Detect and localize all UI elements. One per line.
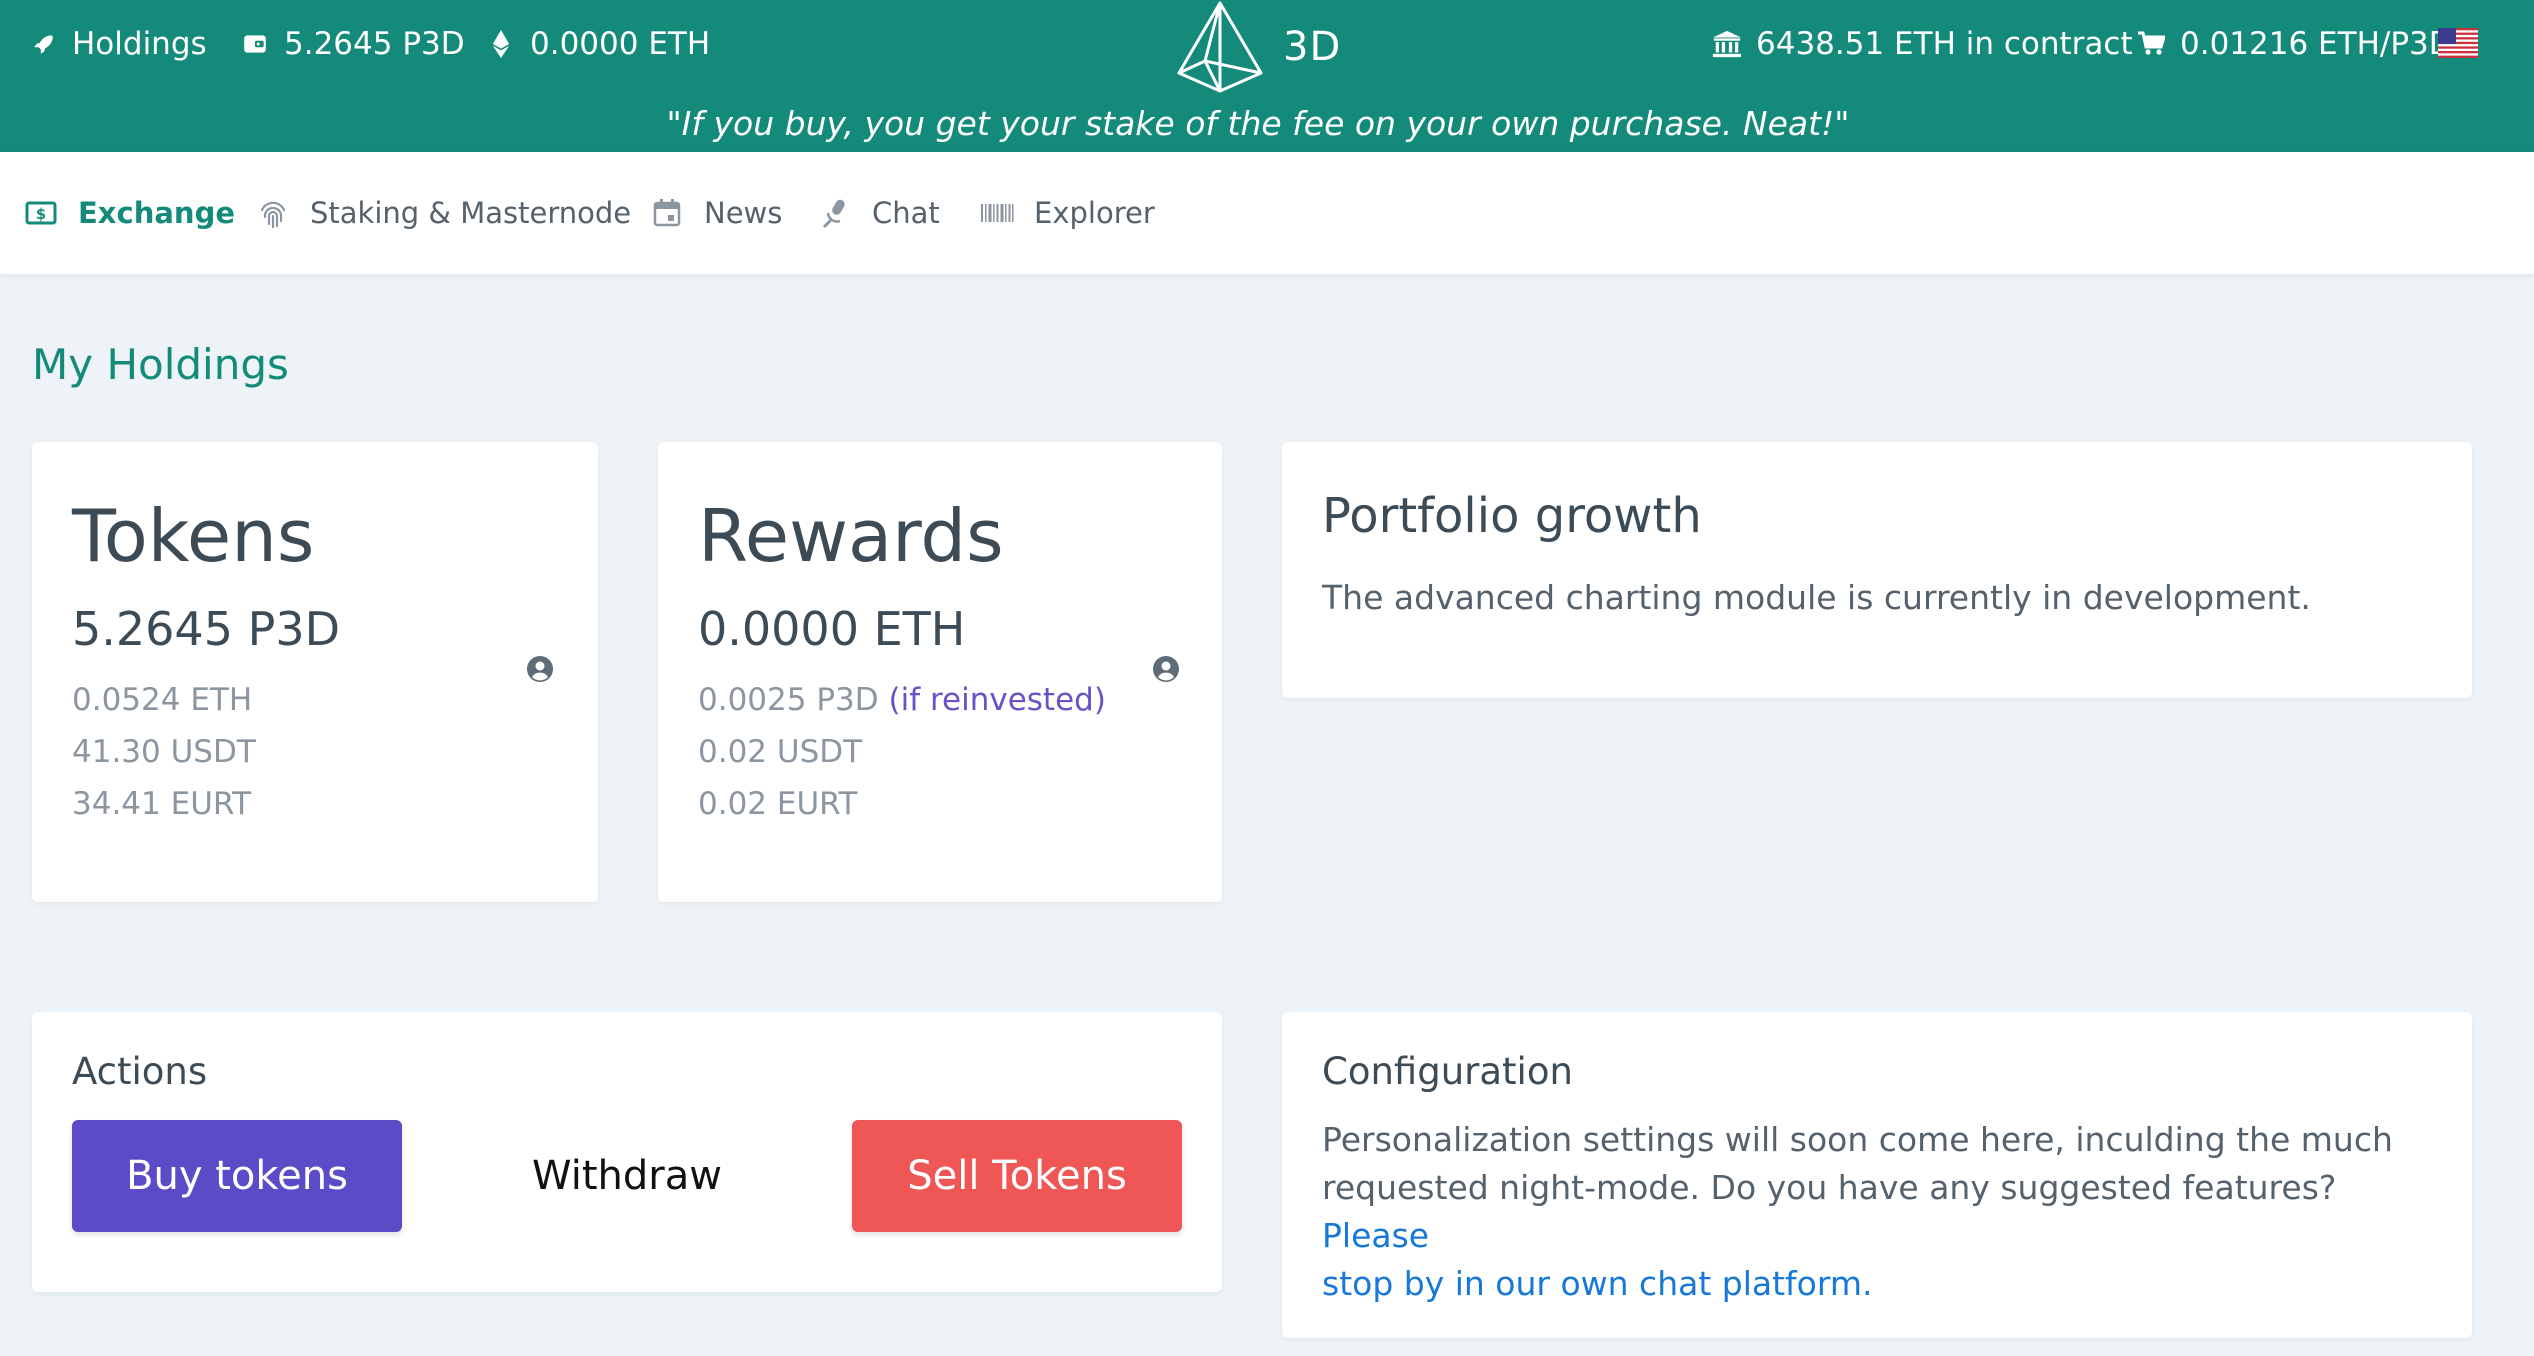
tokens-card: Tokens 5.2645 P3D 0.0524 ETH 41.30 USDT …: [32, 442, 598, 902]
section-title: My Holdings: [32, 340, 289, 389]
main-nav: $ Exchange Staking & Masternode News Cha…: [0, 152, 2534, 274]
nav-item-news[interactable]: News: [650, 152, 782, 274]
nav-item-explorer[interactable]: Explorer: [980, 152, 1155, 274]
eth-balance: 0.0000 ETH: [486, 22, 710, 66]
actions-card: Actions Buy tokens Withdraw Sell Tokens: [32, 1012, 1222, 1292]
chat-platform-link-cont[interactable]: stop by in our own chat platform.: [1322, 1260, 2452, 1308]
nav-item-staking[interactable]: Staking & Masternode: [256, 152, 631, 274]
rewards-card: Rewards 0.0000 ETH 0.0025 P3D (if reinve…: [658, 442, 1222, 902]
rewards-reinvested: (if reinvested): [888, 682, 1106, 718]
pyramid-logo-icon: [1177, 1, 1263, 93]
logo-text: 3D: [1283, 24, 1342, 70]
svg-text:$: $: [36, 205, 46, 223]
rewards-p3d-row: 0.0025 P3D (if reinvested): [698, 682, 1106, 718]
withdraw-button[interactable]: Withdraw: [462, 1120, 792, 1232]
configuration-line-2-text: requested night-mode. Do you have any su…: [1322, 1168, 2337, 1207]
p3d-balance-value: 5.2645 P3D: [284, 26, 465, 62]
nav-label-news: News: [704, 196, 783, 230]
microphone-icon: [818, 196, 852, 230]
calendar-icon: [650, 196, 684, 230]
us-flag-icon[interactable]: [2438, 28, 2478, 58]
rewards-title: Rewards: [698, 494, 1004, 578]
wallet-icon: [240, 29, 270, 59]
configuration-title: Configuration: [1322, 1050, 1573, 1093]
rewards-eurt: 0.02 EURT: [698, 786, 858, 822]
tokens-eurt: 34.41 EURT: [72, 786, 252, 822]
tokens-amount: 5.2645 P3D: [72, 602, 341, 656]
p3d-balance: 5.2645 P3D: [240, 22, 465, 66]
actions-title: Actions: [72, 1050, 208, 1093]
nav-label-chat: Chat: [872, 196, 940, 230]
configuration-line-1: Personalization settings will soon come …: [1322, 1120, 2393, 1159]
barcode-icon: [980, 196, 1014, 230]
tagline: "If you buy, you get your stake of the f…: [666, 104, 1850, 143]
portfolio-title: Portfolio growth: [1322, 488, 1702, 544]
configuration-card: Configuration Personalization settings w…: [1282, 1012, 2472, 1338]
dollar-bill-icon: $: [24, 196, 58, 230]
cart-icon: [2136, 29, 2166, 59]
user-circle-icon[interactable]: [1152, 655, 1180, 683]
user-circle-icon[interactable]: [526, 655, 554, 683]
chat-platform-link[interactable]: Please: [1322, 1216, 1429, 1255]
rocket-icon: [28, 29, 58, 59]
holdings-link[interactable]: Holdings: [28, 22, 207, 66]
logo[interactable]: 3D: [1175, 0, 1341, 94]
token-price-value: 0.01216 ETH/P3D: [2180, 26, 2453, 62]
fingerprint-icon: [256, 196, 290, 230]
contract-balance: 6438.51 ETH in contract: [1712, 22, 2133, 66]
portfolio-card: Portfolio growth The advanced charting m…: [1282, 442, 2472, 698]
tokens-eth: 0.0524 ETH: [72, 682, 253, 718]
nav-label-explorer: Explorer: [1034, 196, 1155, 230]
tokens-usdt: 41.30 USDT: [72, 734, 256, 770]
portfolio-text: The advanced charting module is currentl…: [1322, 578, 2311, 617]
rewards-p3d: 0.0025 P3D: [698, 682, 879, 718]
sell-tokens-button[interactable]: Sell Tokens: [852, 1120, 1182, 1232]
nav-item-exchange[interactable]: $ Exchange: [24, 152, 235, 274]
token-price: 0.01216 ETH/P3D: [2136, 22, 2453, 66]
rewards-amount: 0.0000 ETH: [698, 602, 966, 656]
rewards-usdt: 0.02 USDT: [698, 734, 863, 770]
ethereum-icon: [486, 29, 516, 59]
eth-balance-value: 0.0000 ETH: [530, 26, 711, 62]
contract-balance-value: 6438.51 ETH in contract: [1756, 26, 2133, 62]
tokens-title: Tokens: [72, 494, 315, 578]
configuration-line-2: requested night-mode. Do you have any su…: [1322, 1164, 2452, 1260]
top-bar: Holdings 5.2645 P3D 0.0000 ETH 3D 6438.5…: [0, 0, 2534, 152]
nav-item-chat[interactable]: Chat: [818, 152, 940, 274]
configuration-text: Personalization settings will soon come …: [1322, 1116, 2452, 1308]
bank-icon: [1712, 29, 1742, 59]
holdings-label: Holdings: [72, 26, 207, 62]
buy-tokens-button[interactable]: Buy tokens: [72, 1120, 402, 1232]
nav-label-exchange: Exchange: [78, 196, 235, 230]
nav-label-staking: Staking & Masternode: [310, 196, 632, 230]
